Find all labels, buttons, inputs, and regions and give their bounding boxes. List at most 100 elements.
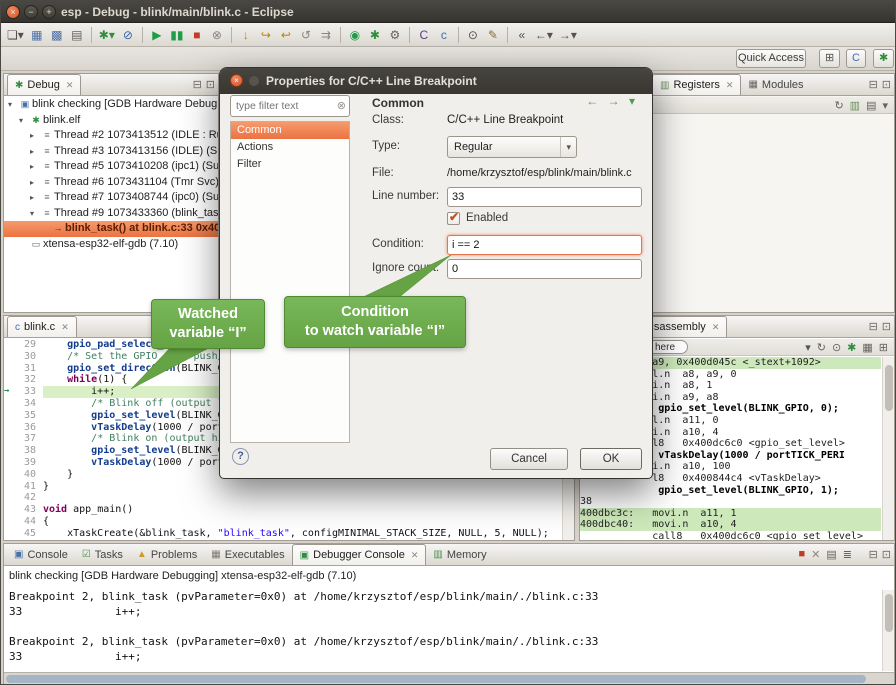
- debug-tree-item[interactable]: ▸≡Thread #2 1073413512 (IDLE : Runn: [4, 128, 218, 144]
- external-tools-icon[interactable]: ⚙: [385, 25, 405, 45]
- close-icon[interactable]: ✕: [61, 322, 69, 333]
- debug-tree-item[interactable]: ▾≡Thread #9 1073433360 (blink_task: [4, 206, 218, 222]
- save-icon[interactable]: ▦: [27, 25, 47, 45]
- window-close-button[interactable]: ×: [6, 5, 20, 19]
- tab-console[interactable]: ▣Console: [7, 544, 75, 565]
- debug-tree-item[interactable]: ▸≡Thread #7 1073408744 (ipc0) (Susp: [4, 190, 218, 206]
- dialog-section-actions[interactable]: Actions: [231, 139, 349, 156]
- ok-button[interactable]: OK: [580, 448, 642, 470]
- layout-icon[interactable]: ▦: [862, 341, 872, 354]
- suspend-icon[interactable]: ▮▮: [167, 25, 187, 45]
- forward-icon[interactable]: →▾: [556, 25, 580, 45]
- view-menu-icon[interactable]: ▾: [882, 99, 888, 112]
- dialog-titlebar[interactable]: × Properties for C/C++ Line Breakpoint: [220, 68, 652, 94]
- layout-icon[interactable]: ▤: [866, 99, 876, 112]
- window-maximize-button[interactable]: +: [42, 5, 56, 19]
- cpp-perspective-icon[interactable]: C: [846, 49, 866, 68]
- sync-pc-icon[interactable]: ⊙: [832, 341, 841, 354]
- debug-tree-item[interactable]: ▾✱blink.elf: [4, 113, 218, 129]
- remove-launch-icon[interactable]: ✕: [811, 548, 820, 561]
- search-icon[interactable]: ⊙: [463, 25, 483, 45]
- last-edit-location-icon[interactable]: «: [512, 25, 532, 45]
- annotations-icon[interactable]: ✎: [483, 25, 503, 45]
- tab-registers[interactable]: ▥Registers✕: [652, 74, 741, 95]
- print-icon[interactable]: ▤: [67, 25, 87, 45]
- back-icon[interactable]: ←▾: [532, 25, 556, 45]
- debug-tree-item[interactable]: ▸≡Thread #3 1073413156 (IDLE) (Susp: [4, 144, 218, 160]
- console-vscrollbar[interactable]: [882, 590, 894, 671]
- show-source-icon[interactable]: ✱: [847, 341, 856, 354]
- registers-minimize-icon[interactable]: ⊟: [869, 78, 878, 91]
- debug-tree-item[interactable]: ▸≡Thread #6 1073431104 (Tmr Svc) (S: [4, 175, 218, 191]
- drop-to-frame-icon[interactable]: ↺: [296, 25, 316, 45]
- pin-icon[interactable]: ⊞: [879, 341, 888, 354]
- debug-config-icon[interactable]: ✱▾: [96, 25, 118, 45]
- debug-tree-item[interactable]: →blink_task() at blink.c:33 0x400db: [4, 221, 218, 237]
- tab-problems[interactable]: ▲Problems: [130, 544, 204, 565]
- close-icon[interactable]: ✕: [726, 80, 734, 91]
- step-over-icon[interactable]: ↪: [256, 25, 276, 45]
- new-c-project-icon[interactable]: C: [414, 25, 434, 45]
- dialog-section-filter[interactable]: Filter: [231, 156, 349, 173]
- quick-access-button[interactable]: Quick Access: [736, 49, 806, 68]
- registers-maximize-icon[interactable]: ⊡: [882, 78, 891, 91]
- disassembly-maximize-icon[interactable]: ⊡: [882, 320, 891, 333]
- tab-modules[interactable]: ▦Modules: [741, 74, 810, 95]
- close-icon[interactable]: ✕: [411, 550, 419, 561]
- dialog-nav-arrows[interactable]: ← → ▾: [586, 94, 638, 108]
- new-wizard-icon[interactable]: ❏▾: [4, 25, 27, 45]
- enabled-checkbox[interactable]: [447, 212, 460, 225]
- condition-input[interactable]: [447, 235, 642, 255]
- tab-memory[interactable]: ▥Memory: [426, 544, 493, 565]
- help-button[interactable]: ?: [232, 448, 249, 465]
- tab-tasks[interactable]: ☑Tasks: [75, 544, 130, 565]
- line-number-input[interactable]: [447, 187, 642, 207]
- filter-clear-icon[interactable]: ⊗: [337, 99, 346, 112]
- debug-tree-item[interactable]: ▭xtensa-esp32-elf-gdb (7.10): [4, 237, 218, 253]
- combo-arrow-icon[interactable]: ▾: [805, 341, 811, 354]
- tab-blink-c[interactable]: cblink.c✕: [7, 316, 77, 337]
- skip-breakpoints-icon[interactable]: ⊘: [118, 25, 138, 45]
- debug-maximize-icon[interactable]: ⊡: [206, 78, 215, 91]
- clear-console-icon[interactable]: ▤: [826, 548, 836, 561]
- terminate-icon[interactable]: ■: [799, 548, 806, 561]
- disconnect-icon[interactable]: ⊗: [207, 25, 227, 45]
- close-icon[interactable]: ✕: [712, 322, 720, 333]
- console-minimize-icon[interactable]: ⊟: [869, 548, 878, 561]
- show-registers-icon[interactable]: ▥: [850, 99, 860, 112]
- console-maximize-icon[interactable]: ⊡: [882, 548, 891, 561]
- close-icon[interactable]: ✕: [66, 80, 74, 91]
- debug-perspective-icon[interactable]: ✱: [873, 49, 894, 68]
- debugger-console[interactable]: blink checking [GDB Hardware Debugging] …: [4, 567, 894, 684]
- run-icon[interactable]: ◉: [345, 25, 365, 45]
- console-hscrollbar[interactable]: [4, 672, 894, 684]
- disassembly-minimize-icon[interactable]: ⊟: [869, 320, 878, 333]
- refresh-icon[interactable]: ↻: [834, 99, 843, 112]
- dialog-close-button[interactable]: ×: [230, 74, 243, 87]
- terminate-icon[interactable]: ■: [187, 25, 207, 45]
- type-dropdown[interactable]: Regular ▾: [447, 136, 577, 158]
- window-minimize-button[interactable]: −: [24, 5, 38, 19]
- save-all-icon[interactable]: ▩: [47, 25, 67, 45]
- debug-tree-item[interactable]: ▸≡Thread #5 1073410208 (ipc1) (Susp: [4, 159, 218, 175]
- dialog-window-button[interactable]: [249, 76, 259, 86]
- cancel-button[interactable]: Cancel: [490, 448, 568, 470]
- debug-minimize-icon[interactable]: ⊟: [193, 78, 202, 91]
- debug-icon[interactable]: ✱: [365, 25, 385, 45]
- tab-debugger-console[interactable]: ▣Debugger Console✕: [292, 544, 427, 565]
- scroll-lock-icon[interactable]: ≣: [843, 548, 852, 561]
- tab-executables[interactable]: ▦Executables: [204, 544, 291, 565]
- resume-icon[interactable]: ▶: [147, 25, 167, 45]
- debug-tree-item[interactable]: ▾▣blink checking [GDB Hardware Debug: [4, 97, 218, 113]
- step-into-icon[interactable]: ↓: [236, 25, 256, 45]
- dialog-section-common[interactable]: Common: [231, 122, 349, 139]
- tab-debug[interactable]: ✱Debug✕: [7, 74, 81, 95]
- ignore-count-input[interactable]: [447, 259, 642, 279]
- step-return-icon[interactable]: ↩: [276, 25, 296, 45]
- disassembly-scrollbar[interactable]: [882, 357, 894, 540]
- open-perspective-icon[interactable]: ⊞: [819, 49, 840, 68]
- instruction-stepping-icon[interactable]: ⇉: [316, 25, 336, 45]
- new-c-file-icon[interactable]: c: [434, 25, 454, 45]
- filter-input[interactable]: [230, 95, 350, 117]
- refresh-icon[interactable]: ↻: [817, 341, 826, 354]
